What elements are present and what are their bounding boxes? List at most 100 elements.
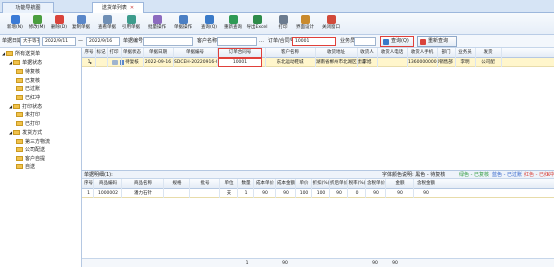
grid-line [437, 48, 438, 67]
tree-expander-icon[interactable]: ◢ [2, 51, 5, 56]
tree-node[interactable]: 已过账 [16, 85, 40, 94]
tree-node[interactable]: 待复核 [16, 68, 40, 77]
detail-cell: 1 [87, 191, 90, 196]
tree-node[interactable]: ◢ 所有送货单 [2, 50, 40, 59]
folder-icon [13, 103, 21, 109]
toolbar-button-6[interactable]: 批量操作 [144, 14, 170, 34]
requery-button[interactable]: 重新查询 [417, 36, 457, 47]
order-no-input[interactable]: 10001 [292, 37, 336, 46]
folder-icon [16, 86, 23, 91]
row-marker-icon: ▸ [90, 60, 93, 65]
grid-line [385, 179, 386, 198]
grid-line [121, 48, 122, 67]
grid-line [347, 179, 348, 198]
detail-cell: 支 [226, 191, 232, 196]
detail-cell: 90 [336, 191, 342, 196]
legend-blue: 蓝色 - 已过账 [492, 172, 522, 178]
date-from-input[interactable]: 2022/9/11 [42, 37, 76, 46]
detail-column-header: 含税单价 [367, 181, 385, 186]
tree-node[interactable]: ◢ 发货方式 [9, 129, 42, 138]
toolbar-button-12[interactable]: 界面设计 [292, 14, 318, 34]
print-icon [278, 15, 288, 24]
grid-column-header: 客户名称 [281, 50, 299, 55]
folder-icon [16, 164, 23, 169]
order-label: 订单/合同号 [268, 38, 295, 44]
toolbar-button-8[interactable]: 查询(Q) [196, 14, 222, 34]
detail-cell: 潘力石针 [134, 191, 152, 196]
delete-icon [54, 15, 64, 24]
grid-line [311, 179, 312, 198]
detail-cell: 1 [244, 191, 248, 196]
grid-cell: 李明 [460, 60, 470, 65]
grid-line [121, 179, 122, 198]
toolbar-button-4[interactable]: 查看单据 [94, 14, 120, 34]
tree-node[interactable]: 自送 [16, 163, 35, 172]
grid-line [189, 179, 190, 198]
detail-cell: 90 [397, 191, 403, 196]
folder-icon [16, 138, 23, 144]
folder-icon [16, 69, 23, 74]
close-detail-icon[interactable]: ✕ [546, 172, 550, 179]
customer-input[interactable] [217, 37, 257, 46]
detail-column-header: 含税金额 [417, 181, 435, 186]
table-row[interactable]: 1 1000002 潘力石针 支 1 90 90 100 100 90 0 90 90 90 [82, 189, 554, 198]
detail-column-header: 折扣(%) [312, 181, 330, 186]
query-button[interactable]: 查询(Q) [380, 36, 414, 47]
tree-node[interactable]: 客户自提 [16, 155, 45, 164]
requery-button-label: 重新查询 [428, 38, 449, 44]
grid-column-header: 收货地址 [327, 50, 345, 55]
toolbar-button-5[interactable]: 引用单据 [118, 14, 144, 34]
tree-node[interactable]: 公司配送 [16, 146, 45, 155]
tree-node[interactable]: ◢ 打印状态 [9, 103, 42, 112]
doc-no-input[interactable] [143, 37, 193, 46]
customer-picker-icon[interactable]: … [259, 38, 264, 45]
sum-cell: 90 [282, 261, 288, 266]
detail-cell: 1000002 [97, 191, 119, 196]
toolbar-button-7[interactable]: 单据操作 [170, 14, 196, 34]
tree-node[interactable]: 已复核 [16, 77, 40, 86]
grid-line [93, 179, 94, 198]
print-status-icon [112, 60, 118, 65]
tab-bar: 功能导航图 送货单列表 ✕ [0, 0, 554, 13]
tab-delivery-list[interactable]: 送货单列表 ✕ [92, 2, 144, 13]
detail-cell: 100 [316, 191, 326, 196]
doc-op-icon [178, 15, 188, 24]
folder-icon [16, 120, 23, 126]
tree-node[interactable]: 已打印 [16, 120, 40, 129]
tree-expander-icon[interactable]: ◢ [9, 130, 12, 135]
tree-node[interactable]: 第三方物流 [16, 138, 50, 147]
view-icon [102, 15, 112, 24]
toolbar-button-label: 界面设计 [296, 25, 314, 30]
tree-node[interactable]: 已红冲 [16, 94, 40, 103]
detail-sum-row: 1 90 90 90 [82, 258, 554, 267]
salesman-input[interactable] [354, 37, 376, 46]
grid-line [217, 48, 218, 67]
customer-label: 客户名称 [197, 38, 218, 44]
toolbar-button-9[interactable]: 重新查询 [220, 14, 246, 34]
toolbar-button-3[interactable]: 复制单据 [68, 14, 94, 34]
grid-line [357, 48, 358, 67]
toolbar-button-13[interactable]: 关闭窗口 [318, 14, 344, 34]
grid-line [295, 179, 296, 198]
grid-column-header: 单据状态 [123, 50, 141, 55]
filter-bar: 单据日期 大于等于 2022/9/11 — 2022/9/16 单据编号 客户名… [0, 35, 554, 48]
tree-expander-icon[interactable]: ◢ [9, 104, 12, 109]
tab-close-icon[interactable]: ✕ [130, 5, 134, 11]
toolbar-button-10[interactable]: 导出Excel [244, 14, 270, 34]
grid-line [253, 179, 254, 198]
tree-expander-icon[interactable]: ◢ [9, 60, 12, 65]
grid-line [315, 48, 316, 67]
tree-node-label: 公司配送 [25, 147, 46, 153]
grid-line [365, 179, 366, 198]
grid-cell: 销售部 [439, 60, 453, 65]
tab-function-nav[interactable]: 功能导航图 [2, 2, 54, 13]
tree-node[interactable]: ◢ 单据状态 [9, 59, 42, 68]
tree-node[interactable]: 未打印 [16, 111, 40, 120]
detail-column-header: 成本单价 [256, 181, 274, 186]
grid-cell: 2022-09-16 [144, 60, 172, 65]
table-row[interactable]: 1 待复核 2022-09-16 SDCEH-20220916-0013 10001 东北… [82, 58, 554, 67]
tree-node-label: 已红冲 [25, 94, 41, 101]
detail-column-header: 批号 [200, 181, 210, 186]
date-operator-select[interactable]: 大于等于 [20, 37, 40, 46]
date-to-input[interactable]: 2022/9/16 [86, 37, 120, 46]
